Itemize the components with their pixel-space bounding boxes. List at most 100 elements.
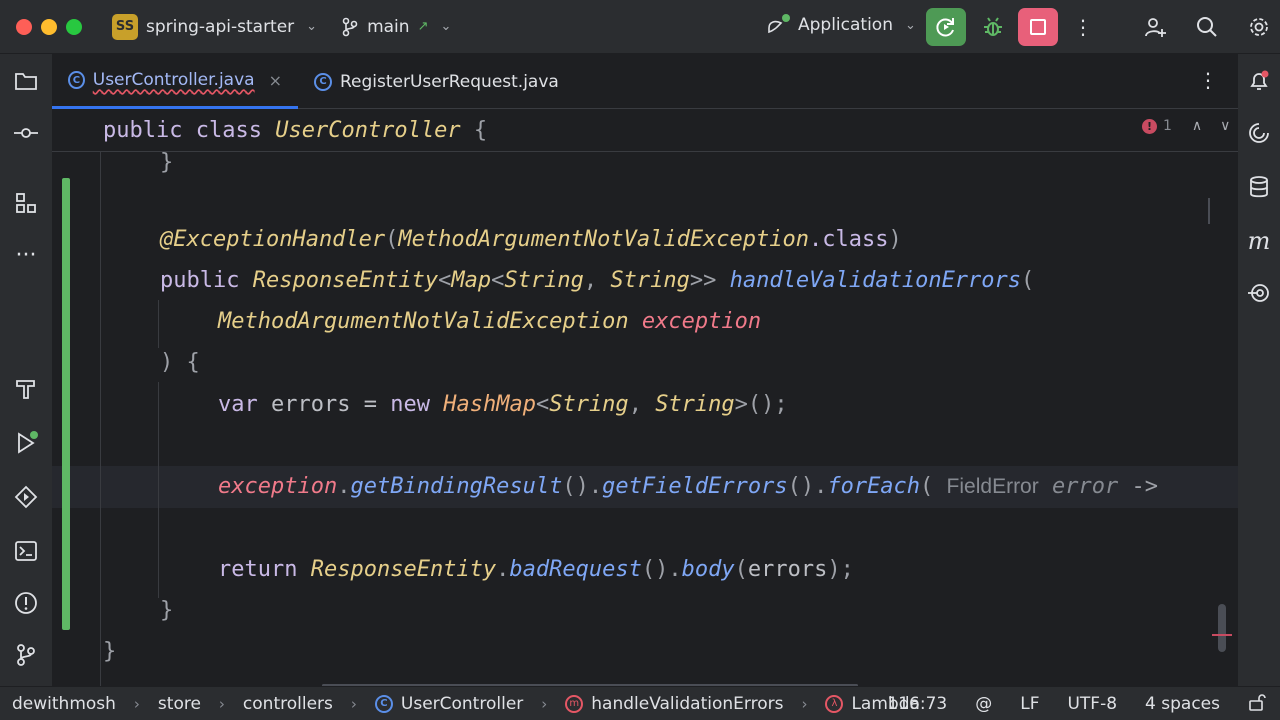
more-actions-button[interactable]: ⋮ (1068, 12, 1098, 42)
breadcrumb-item[interactable]: store (158, 694, 201, 714)
project-tool-button[interactable] (11, 66, 41, 96)
commit-tool-button[interactable] (11, 118, 41, 148)
run-configuration-selector[interactable]: Application ⌄ (766, 14, 916, 36)
left-tool-window-bar: ··· (0, 54, 52, 686)
maven-button[interactable]: m (1244, 226, 1274, 256)
project-name: spring-api-starter (146, 16, 295, 37)
editor-tabs: C UserController.java × C RegisterUserRe… (52, 54, 1238, 109)
chevron-right-icon: › (801, 694, 808, 713)
lambda-icon: λ (825, 694, 844, 713)
window-controls (16, 18, 82, 35)
code-line-open-body: ) { (160, 350, 200, 375)
code-line-parameter: MethodArgumentNotValidException exceptio… (218, 309, 762, 334)
breadcrumb-item[interactable]: handleValidationErrors (591, 694, 783, 714)
class-icon: C (314, 72, 332, 91)
file-encoding[interactable]: UTF-8 (1067, 694, 1117, 714)
vertical-scrollbar-thumb[interactable] (1218, 604, 1226, 652)
chevron-down-icon: ⌄ (905, 17, 916, 33)
settings-button[interactable] (1244, 12, 1274, 42)
unlock-icon (1249, 693, 1266, 711)
tab-label: UserController.java (92, 70, 255, 90)
method-icon: m (565, 694, 584, 713)
structure-tool-button[interactable] (11, 188, 41, 218)
maximize-window-button[interactable] (66, 18, 82, 35)
sticky-class-header: public class UserController { ! 1 ∧ ∨ (52, 110, 1238, 152)
code-with-me-button[interactable] (1140, 12, 1170, 42)
git-tool-button[interactable] (11, 640, 41, 670)
git-branch-icon (342, 17, 358, 36)
tab-register-user-request[interactable]: C RegisterUserRequest.java (298, 54, 575, 109)
chevron-right-icon: › (133, 694, 140, 713)
code-line-return: return ResponseEntity.badRequest().body(… (218, 557, 854, 582)
build-tool-button[interactable] (11, 374, 41, 404)
services-icon (14, 485, 38, 509)
debug-button[interactable] (978, 12, 1008, 42)
branch-name: main (367, 16, 410, 37)
rerun-button[interactable] (926, 8, 966, 46)
breadcrumb: dewithmosh › store › controllers › C Use… (12, 694, 920, 714)
next-highlight-icon[interactable]: ∨ (1220, 118, 1230, 134)
notifications-button[interactable] (1244, 66, 1274, 96)
search-everywhere-button[interactable] (1192, 12, 1222, 42)
search-icon (1197, 17, 1217, 37)
tab-options-button[interactable]: ⋮ (1198, 68, 1218, 92)
terminal-tool-button[interactable] (11, 536, 41, 566)
code-line-method-signature: public ResponseEntity<Map<String, String… (160, 268, 1035, 293)
read-only-toggle[interactable] (1248, 693, 1266, 716)
minimize-window-button[interactable] (41, 18, 57, 35)
previous-highlight-icon[interactable]: ∧ (1192, 118, 1202, 134)
chevron-down-icon: ⌄ (306, 19, 318, 34)
more-tools-button[interactable]: ··· (11, 240, 41, 270)
tab-label: RegisterUserRequest.java (340, 71, 559, 92)
breadcrumb-item[interactable]: controllers (243, 694, 333, 714)
code-editor[interactable]: public class UserController { ! 1 ∧ ∨ } … (52, 110, 1238, 686)
indent-setting[interactable]: 4 spaces (1145, 694, 1220, 714)
error-stripe-marker[interactable] (1212, 634, 1232, 636)
caret-position[interactable]: 116:73 (887, 694, 947, 714)
class-icon: C (68, 71, 85, 89)
breadcrumb-item[interactable]: dewithmosh (12, 694, 116, 714)
endpoints-button[interactable] (1244, 278, 1274, 308)
stop-button[interactable] (1018, 8, 1058, 46)
git-icon (17, 644, 35, 666)
kebab-menu-icon: ⋮ (1198, 68, 1218, 92)
project-badge: SS (112, 13, 138, 40)
breadcrumb-item[interactable]: UserController (401, 694, 523, 714)
code-line-foreach-call: exception.getBindingResult().getFieldErr… (218, 474, 1158, 499)
class-icon: C (374, 694, 393, 713)
ai-assistant-button[interactable] (1244, 118, 1274, 148)
run-tool-button[interactable] (11, 428, 41, 458)
commit-icon (14, 128, 38, 138)
line-separator[interactable]: LF (1020, 694, 1039, 714)
database-button[interactable] (1244, 172, 1274, 202)
chevron-right-icon: › (218, 694, 225, 713)
close-tab-icon[interactable]: × (269, 71, 282, 90)
rerun-icon (936, 18, 954, 37)
problems-tool-button[interactable] (11, 588, 41, 618)
ellipsis-icon: ··· (15, 242, 37, 268)
chevron-right-icon: › (541, 694, 548, 713)
run-icon (18, 431, 38, 454)
inspection-widget[interactable]: ! 1 ∧ ∨ (1142, 118, 1230, 134)
code-line-method-close: } (160, 598, 174, 623)
services-tool-button[interactable] (11, 482, 41, 512)
vcs-change-marker (62, 178, 70, 630)
ai-assistant-icon (1249, 123, 1269, 143)
structure-icon (16, 193, 36, 213)
run-config-name: Application (798, 15, 893, 35)
indent-guide (100, 152, 101, 686)
chevron-down-icon: ⌄ (440, 19, 452, 34)
tab-user-controller[interactable]: C UserController.java × (52, 54, 298, 109)
add-user-icon (1145, 18, 1166, 37)
sticky-header-code: public class UserController { (103, 118, 488, 143)
chevron-right-icon: › (350, 694, 357, 713)
title-bar: SS spring-api-starter ⌄ main ↗ ⌄ Applica… (0, 0, 1280, 54)
branch-selector[interactable]: main ↗ ⌄ (341, 17, 451, 37)
endpoints-icon (1248, 284, 1269, 302)
close-window-button[interactable] (16, 18, 32, 35)
code-line-var-errors: var errors = new HashMap<String, String>… (218, 392, 788, 417)
project-selector[interactable]: SS spring-api-starter ⌄ (112, 13, 318, 40)
status-bar: dewithmosh › store › controllers › C Use… (0, 686, 1280, 720)
ai-status-icon[interactable]: @ (975, 694, 992, 714)
code-line-annotation: @ExceptionHandler(MethodArgumentNotValid… (160, 227, 902, 252)
